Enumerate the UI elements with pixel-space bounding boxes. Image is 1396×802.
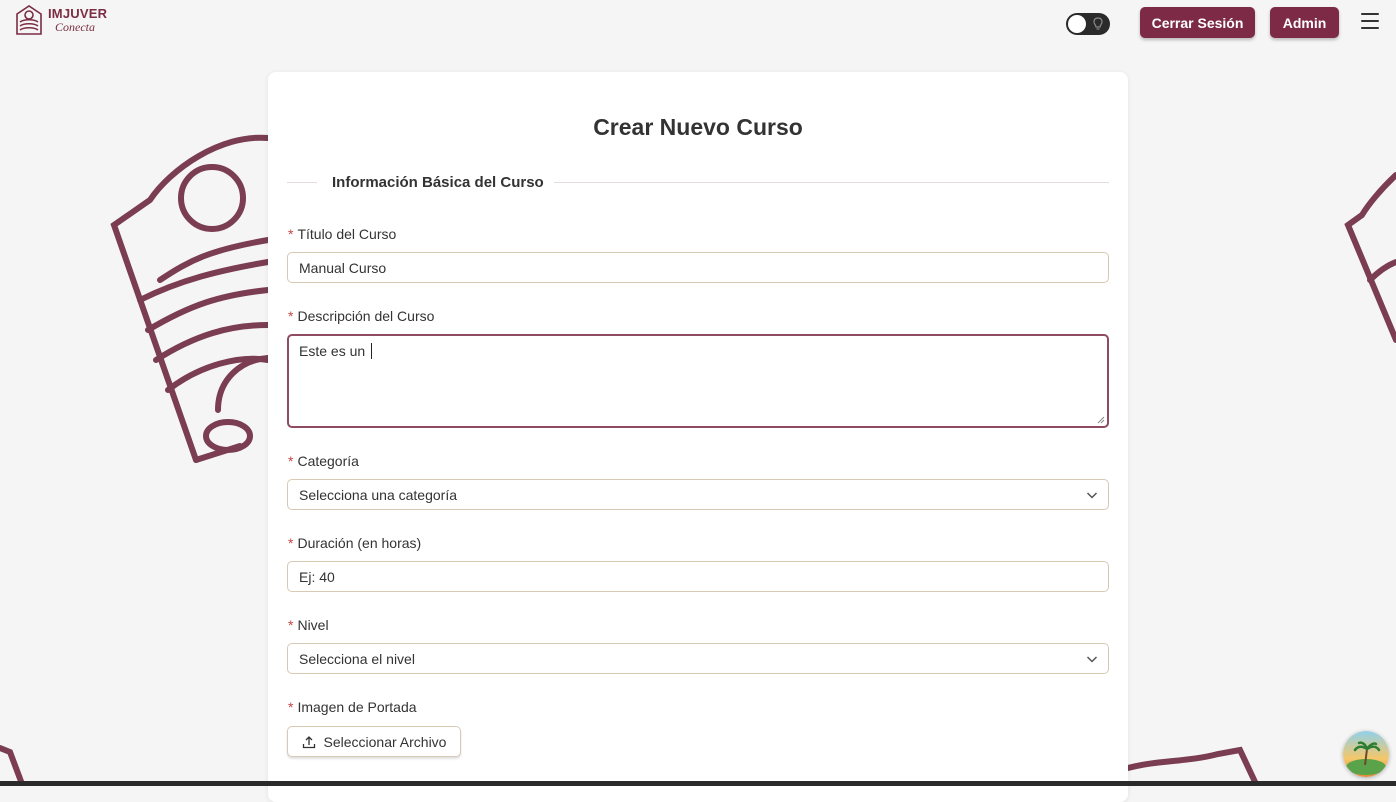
duration-placeholder: Ej: 40 bbox=[299, 568, 335, 585]
chatbot-launcher[interactable] bbox=[1343, 731, 1389, 777]
level-selected-value: Selecciona el nivel bbox=[299, 650, 415, 667]
section-divider-left bbox=[287, 182, 317, 183]
section-divider-right bbox=[554, 182, 1109, 183]
category-label-text: Categoría bbox=[297, 453, 359, 469]
bottom-edge-bar bbox=[0, 781, 1396, 786]
background-decoration-bottom-left bbox=[0, 745, 25, 786]
cover-image-label-text: Imagen de Portada bbox=[297, 699, 417, 715]
duration-input[interactable]: Ej: 40 bbox=[287, 561, 1109, 592]
logo-icon bbox=[16, 5, 42, 35]
text-caret bbox=[371, 343, 373, 359]
top-navbar: IMJUVER Conecta Cerrar Sesión Admin bbox=[0, 0, 1396, 46]
required-mark: * bbox=[288, 453, 294, 469]
select-file-button[interactable]: Seleccionar Archivo bbox=[287, 726, 461, 757]
logo[interactable]: IMJUVER Conecta bbox=[14, 4, 107, 36]
required-mark: * bbox=[288, 699, 294, 715]
chevron-down-icon bbox=[1086, 492, 1098, 499]
required-mark: * bbox=[288, 308, 294, 324]
page-title: Crear Nuevo Curso bbox=[593, 114, 803, 140]
required-mark: * bbox=[288, 617, 294, 633]
duration-label-text: Duración (en horas) bbox=[297, 535, 422, 551]
course-title-label-text: Título del Curso bbox=[297, 226, 397, 242]
course-title-label: * Título del Curso bbox=[288, 226, 396, 242]
lightbulb-icon bbox=[1093, 17, 1103, 30]
toggle-knob bbox=[1068, 15, 1086, 33]
resize-grip-icon[interactable] bbox=[1097, 416, 1105, 424]
background-decoration-bottom-right bbox=[1128, 746, 1259, 786]
logo-subtitle: Conecta bbox=[55, 20, 95, 34]
upload-icon bbox=[302, 735, 315, 748]
course-title-value: Manual Curso bbox=[299, 259, 387, 276]
course-description-textarea[interactable]: Este es un bbox=[287, 334, 1109, 428]
course-title-input[interactable]: Manual Curso bbox=[287, 252, 1109, 283]
background-decoration-left bbox=[110, 134, 270, 463]
section-title: Información Básica del Curso bbox=[332, 174, 544, 191]
category-label: * Categoría bbox=[288, 453, 359, 469]
required-mark: * bbox=[288, 226, 294, 242]
level-label-text: Nivel bbox=[297, 617, 329, 633]
background-decoration-right bbox=[1344, 172, 1396, 343]
theme-toggle[interactable] bbox=[1066, 13, 1110, 35]
duration-label: * Duración (en horas) bbox=[288, 535, 421, 551]
chatbot-avatar-icon bbox=[1343, 731, 1389, 777]
category-select[interactable]: Selecciona una categoría bbox=[287, 479, 1109, 510]
course-description-label: * Descripción del Curso bbox=[288, 308, 434, 324]
cover-image-label: * Imagen de Portada bbox=[288, 699, 417, 715]
logo-title: IMJUVER bbox=[48, 6, 108, 21]
select-file-label: Seleccionar Archivo bbox=[323, 733, 447, 750]
level-select[interactable]: Selecciona el nivel bbox=[287, 643, 1109, 674]
category-selected-value: Selecciona una categoría bbox=[299, 486, 457, 503]
admin-button[interactable]: Admin bbox=[1270, 7, 1339, 38]
required-mark: * bbox=[288, 535, 294, 551]
create-course-card: Crear Nuevo Curso Información Básica del… bbox=[268, 72, 1128, 802]
logout-button[interactable]: Cerrar Sesión bbox=[1140, 7, 1255, 38]
chevron-down-icon bbox=[1086, 656, 1098, 663]
course-description-label-text: Descripción del Curso bbox=[297, 308, 435, 324]
hamburger-icon[interactable] bbox=[1361, 13, 1379, 29]
course-description-value: Este es un bbox=[299, 343, 370, 359]
level-label: * Nivel bbox=[288, 617, 329, 633]
